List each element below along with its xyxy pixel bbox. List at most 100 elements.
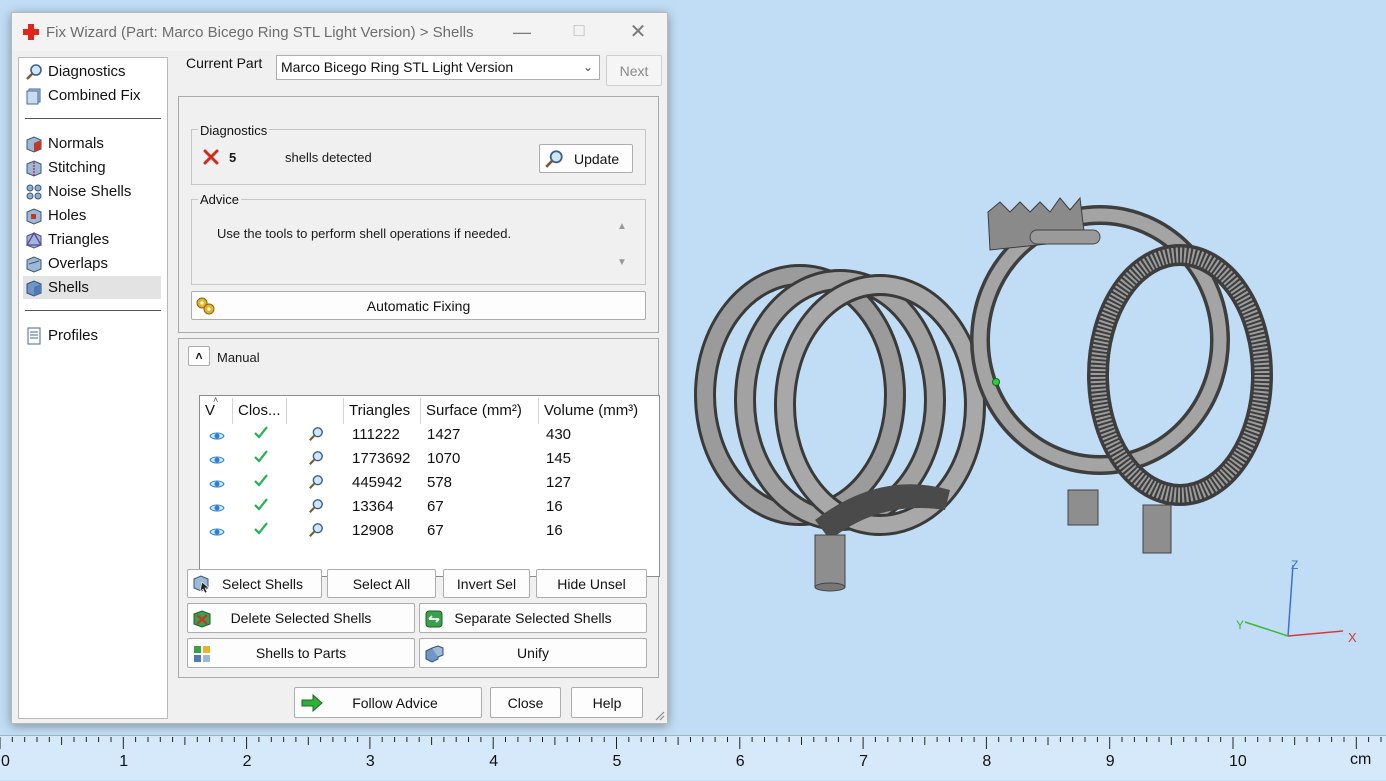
diagnostics-text: shells detected bbox=[285, 150, 372, 165]
eye-icon[interactable] bbox=[209, 428, 225, 444]
table-row[interactable]: 1773692 1070 145 bbox=[200, 448, 659, 472]
select-all-button[interactable]: Select All bbox=[327, 569, 436, 598]
close-button[interactable]: Close bbox=[490, 687, 561, 718]
nav-item-label: Combined Fix bbox=[48, 87, 141, 104]
hide-unselected-button[interactable]: Hide Unsel bbox=[536, 569, 647, 598]
triangles-cell: 111222 bbox=[352, 426, 400, 443]
nav-item-normals[interactable]: Normals bbox=[23, 132, 161, 155]
delete-shells-icon bbox=[193, 610, 211, 628]
nav-item-triangles[interactable]: Triangles bbox=[23, 228, 161, 251]
surface-cell: 67 bbox=[427, 498, 444, 515]
nav-item-label: Diagnostics bbox=[48, 63, 126, 80]
triangles-cell: 13364 bbox=[352, 498, 394, 515]
ruler-label: 4 bbox=[489, 753, 499, 770]
volume-cell: 127 bbox=[546, 474, 572, 491]
delete-selected-shells-button[interactable]: Delete Selected Shells bbox=[187, 603, 415, 633]
next-button[interactable]: Next bbox=[606, 55, 662, 86]
triangles-icon bbox=[25, 231, 43, 249]
title-bar[interactable]: Fix Wizard (Part: Marco Bicego Ring STL … bbox=[12, 13, 667, 51]
shell-count: 5 bbox=[229, 150, 237, 165]
select-shells-label: Select Shells bbox=[222, 575, 303, 592]
column-header-volume[interactable]: Volume (mm³) bbox=[539, 398, 659, 424]
nav-item-profiles[interactable]: Profiles bbox=[23, 324, 161, 347]
scroll-up-icon[interactable]: ▲ bbox=[617, 221, 627, 232]
check-icon bbox=[254, 426, 268, 439]
update-button[interactable]: Update bbox=[539, 144, 633, 173]
unify-button[interactable]: Unify bbox=[419, 638, 647, 668]
nav-item-diagnostics[interactable]: Diagnostics bbox=[23, 60, 161, 83]
table-row[interactable]: 12908 67 16 bbox=[200, 520, 659, 544]
surface-cell: 1427 bbox=[427, 426, 461, 443]
ruler-label: 7 bbox=[859, 753, 868, 770]
shells-to-parts-icon bbox=[194, 646, 210, 662]
double-chevron-up-icon: ˄ bbox=[195, 349, 203, 363]
eye-icon[interactable] bbox=[209, 476, 225, 492]
magnifier-icon[interactable] bbox=[308, 498, 324, 514]
magnifier-icon[interactable] bbox=[308, 426, 324, 442]
minimize-button[interactable]: — bbox=[506, 19, 538, 45]
close-window-button[interactable]: ✕ bbox=[622, 19, 654, 45]
axis-y-label: Y bbox=[1236, 618, 1245, 632]
ruler-label: 3 bbox=[365, 753, 375, 770]
stack-icon bbox=[26, 88, 41, 104]
shells-to-parts-button[interactable]: Shells to Parts bbox=[187, 638, 415, 668]
shells-icon bbox=[26, 279, 42, 297]
column-header-inspect[interactable] bbox=[287, 398, 344, 424]
advice-title: Advice bbox=[198, 192, 242, 207]
column-header-closed[interactable]: Clos... bbox=[233, 398, 287, 424]
nav-item-stitching[interactable]: Stitching bbox=[23, 156, 161, 179]
table-row[interactable]: 111222 1427 430 bbox=[200, 424, 659, 448]
nav-item-label: Overlaps bbox=[48, 255, 109, 272]
ruler-label: 6 bbox=[735, 753, 745, 770]
overlaps-icon bbox=[26, 255, 42, 273]
magnifier-icon[interactable] bbox=[308, 522, 324, 538]
nav-item-label: Noise Shells bbox=[48, 183, 132, 200]
table-row[interactable]: 445942 578 127 bbox=[200, 472, 659, 496]
shells-table[interactable]: V Clos... Triangles Surface (mm²) Volume… bbox=[199, 395, 660, 577]
triangles-cell: 1773692 bbox=[352, 450, 411, 467]
automatic-fixing-label: Automatic Fixing bbox=[366, 297, 471, 314]
scroll-down-icon[interactable]: ▼ bbox=[617, 257, 627, 268]
axis-x-label: X bbox=[1348, 630, 1357, 645]
help-button[interactable]: Help bbox=[571, 687, 643, 718]
follow-advice-label: Follow Advice bbox=[352, 694, 438, 711]
nav-item-holes[interactable]: Holes bbox=[23, 204, 161, 227]
diagnostics-title: Diagnostics bbox=[198, 123, 270, 138]
resize-grip-icon[interactable] bbox=[653, 709, 665, 721]
nav-item-shells[interactable]: Shells bbox=[23, 276, 161, 299]
nav-item-overlaps[interactable]: Overlaps bbox=[23, 252, 161, 275]
table-row[interactable]: 13364 67 16 bbox=[200, 496, 659, 520]
separate-selected-shells-label: Separate Selected Shells bbox=[454, 610, 612, 626]
magnifier-icon bbox=[26, 63, 42, 80]
follow-advice-button[interactable]: Follow Advice bbox=[294, 687, 482, 718]
triangles-cell: 445942 bbox=[352, 474, 403, 491]
nav-item-combined-fix[interactable]: Combined Fix bbox=[23, 84, 161, 107]
automatic-fixing-button[interactable]: Automatic Fixing bbox=[191, 291, 646, 320]
delete-selected-shells-label: Delete Selected Shells bbox=[230, 610, 372, 626]
ruler-label: 9 bbox=[1105, 753, 1115, 770]
maximize-button[interactable]: ☐ bbox=[563, 19, 595, 45]
magnifier-icon[interactable] bbox=[308, 450, 324, 466]
unify-label: Unify bbox=[517, 645, 549, 661]
eye-icon[interactable] bbox=[209, 524, 225, 540]
nav-item-label: Triangles bbox=[48, 231, 110, 248]
collapse-manual-button[interactable]: ˄ bbox=[188, 346, 210, 366]
eye-icon[interactable] bbox=[209, 452, 225, 468]
select-shells-button[interactable]: Select Shells bbox=[187, 569, 322, 598]
manual-label: Manual bbox=[217, 350, 260, 365]
check-icon bbox=[254, 498, 268, 511]
red-cross-icon bbox=[23, 24, 39, 40]
check-icon bbox=[254, 522, 268, 535]
sort-indicator-icon: ˄ bbox=[213, 395, 219, 405]
ruler-unit: cm bbox=[1350, 751, 1372, 768]
magnifier-icon[interactable] bbox=[308, 474, 324, 490]
ruler-label: 2 bbox=[242, 753, 252, 770]
current-part-select[interactable]: Marco Bicego Ring STL Light Version ⌄ bbox=[276, 55, 600, 80]
column-header-triangles[interactable]: Triangles bbox=[344, 398, 421, 424]
invert-selection-button[interactable]: Invert Sel bbox=[443, 569, 530, 598]
eye-icon[interactable] bbox=[209, 500, 225, 516]
separate-selected-shells-button[interactable]: Separate Selected Shells bbox=[419, 603, 647, 633]
fix-wizard-dialog: Fix Wizard (Part: Marco Bicego Ring STL … bbox=[11, 12, 668, 724]
nav-item-noise-shells[interactable]: Noise Shells bbox=[23, 180, 161, 203]
column-header-surface[interactable]: Surface (mm²) bbox=[421, 398, 539, 424]
